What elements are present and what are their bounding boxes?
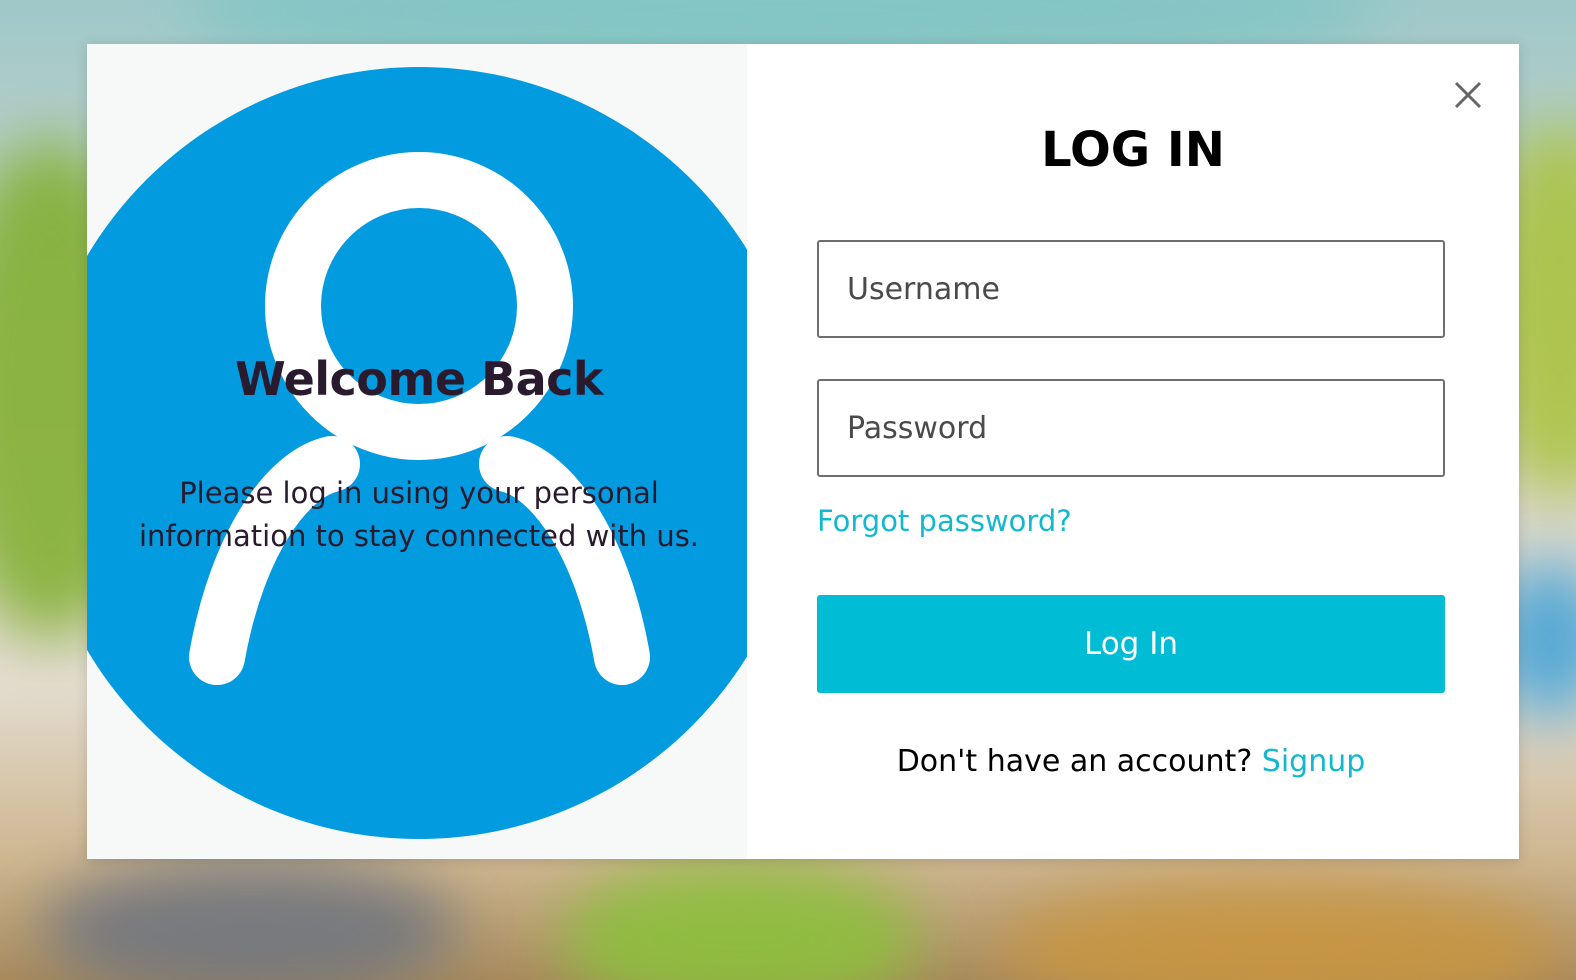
close-icon[interactable] — [1452, 79, 1484, 111]
welcome-panel: Welcome Back Please log in using your pe… — [87, 44, 747, 859]
user-avatar-icon — [87, 67, 747, 839]
username-input[interactable] — [817, 240, 1445, 338]
welcome-message: Please log in using your personal inform… — [138, 476, 700, 553]
signup-link[interactable]: Signup — [1262, 744, 1366, 779]
signup-prompt: Don't have an account? — [896, 744, 1262, 779]
signup-row: Don't have an account? Signup — [747, 744, 1515, 779]
login-title: LOG IN — [1041, 122, 1225, 178]
login-panel: LOG IN Forgot password? Log In Don't hav… — [747, 44, 1519, 859]
welcome-title: Welcome Back — [234, 352, 604, 406]
login-button[interactable]: Log In — [817, 595, 1445, 693]
password-input[interactable] — [817, 379, 1445, 477]
forgot-password-link[interactable]: Forgot password? — [817, 504, 1072, 538]
login-modal: Welcome Back Please log in using your pe… — [87, 44, 1519, 859]
